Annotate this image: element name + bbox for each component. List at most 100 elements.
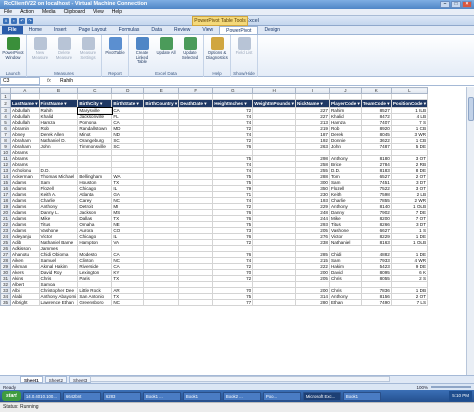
vm-menu-action[interactable]: Action: [20, 9, 34, 15]
column-filter-header[interactable]: BirthCity ▾: [77, 99, 113, 108]
sheet-tab-sheet3[interactable]: Sheet3: [69, 376, 92, 383]
undo-icon[interactable]: ↶: [19, 17, 25, 24]
tab-review[interactable]: Review: [168, 26, 196, 34]
taskbar-item[interactable]: Book1 ...: [142, 391, 181, 401]
taskbar-item[interactable]: 6283: [102, 391, 141, 401]
column-filter-header[interactable]: FirstName ▾: [38, 99, 79, 108]
close-icon[interactable]: ×: [462, 1, 472, 8]
table-cell[interactable]: Albright: [10, 299, 40, 306]
taskbar-item[interactable]: 14.0.4010.100...: [22, 391, 61, 401]
horizontal-scrollbar[interactable]: [90, 376, 390, 382]
taskbar-item[interactable]: Microsoft Exc...: [302, 391, 341, 401]
tab-powerpivot[interactable]: PowerPivot: [219, 26, 259, 34]
create-linked-table-icon: [135, 37, 149, 50]
vertical-scrollbar[interactable]: [466, 87, 474, 375]
column-filter-header[interactable]: TeamCode ▾: [360, 99, 392, 108]
table-cell[interactable]: Lawrence Ethan: [38, 299, 79, 306]
table-cell[interactable]: 280: [294, 299, 330, 306]
powerpivot-window-icon: [6, 37, 20, 50]
redo-icon[interactable]: ↷: [27, 17, 33, 24]
spreadsheet-grid: A B C D E F G H I J K L 1 2 LastName ▾ FirstName ▾ Birth…: [0, 87, 466, 375]
taskbar-item[interactable]: Book2 ...: [222, 391, 261, 401]
table-cell[interactable]: Anthony Abayomi: [38, 293, 79, 300]
row-header[interactable]: 35: [0, 299, 11, 306]
ribbon-button-label: Field List: [235, 50, 253, 55]
formula-bar: C3 fx Rahih: [0, 77, 474, 86]
taskbar-item[interactable]: Book1: [342, 391, 381, 401]
vm-menu-help[interactable]: Help: [112, 9, 122, 15]
ribbon-group-label: Help: [212, 71, 222, 76]
start-button[interactable]: start: [2, 391, 21, 401]
vm-menu-file[interactable]: File: [4, 9, 12, 15]
ribbon-button-label: Update All: [156, 50, 176, 55]
excel-logo-icon[interactable]: X: [3, 17, 9, 24]
save-icon[interactable]: ▪: [11, 17, 17, 24]
maximize-icon[interactable]: □: [451, 1, 461, 8]
vm-menu-clipboard[interactable]: Clipboard: [64, 9, 85, 15]
zoom-level[interactable]: 100%: [416, 385, 428, 390]
name-box[interactable]: C3: [0, 77, 40, 85]
tab-home[interactable]: Home: [23, 26, 48, 34]
column-filter-header[interactable]: PositionCode ▾: [390, 99, 429, 108]
tab-formulas[interactable]: Formulas: [113, 26, 146, 34]
ribbon-group-label: Measures: [54, 71, 74, 76]
tab-insert[interactable]: Insert: [48, 26, 73, 34]
table-cell[interactable]: Greensboro: [77, 299, 113, 306]
ribbon-group-launch: PowerPivot Window Launch: [0, 35, 27, 77]
column-filter-header[interactable]: NickName ▾: [294, 99, 330, 108]
table-cell[interactable]: Ethan: [328, 299, 362, 306]
row-header[interactable]: 2: [0, 99, 11, 108]
table-cell[interactable]: [143, 299, 180, 306]
minimize-icon[interactable]: –: [440, 1, 450, 8]
ribbon-button-label: PivotTable: [105, 50, 125, 55]
column-filter-header[interactable]: PlayerCode ▾: [328, 99, 362, 108]
vm-title: RcClientV22 on localhost - Virtual Machi…: [4, 1, 148, 7]
tab-file[interactable]: File: [2, 26, 23, 34]
table-cell[interactable]: 7 LS: [390, 299, 429, 306]
tab-design[interactable]: Design: [258, 26, 286, 34]
tab-page-layout[interactable]: Page Layout: [72, 26, 112, 34]
formula-input[interactable]: Rahih: [58, 78, 474, 84]
ribbon-button-label: PowerPivot Window: [2, 50, 24, 60]
windows-taskbar: start 14.0.4010.100... 6642bnt 6283 Book1 .…: [0, 390, 474, 402]
vm-window-controls: – □ ×: [440, 1, 472, 8]
table-cell[interactable]: 7490: [360, 299, 392, 306]
table-cell[interactable]: NC: [111, 299, 145, 306]
column-filter-header[interactable]: BirthCountry ▾: [143, 99, 180, 108]
vm-menu-media[interactable]: Media: [42, 9, 56, 15]
table-cell[interactable]: Nathaniel Bame: [38, 239, 79, 246]
column-filter-header[interactable]: LastName ▾: [10, 99, 40, 108]
table-cell[interactable]: [178, 299, 214, 306]
ribbon-group-excel-data: Create Linked Table Update All Update Sele…: [129, 35, 204, 77]
column-filter-header[interactable]: DeathDate ▾: [178, 99, 214, 108]
worksheet-table: A B C D E F G H I J K L 1 2 LastName ▾ FirstName ▾ Birth…: [0, 87, 429, 306]
vm-menu-view[interactable]: View: [93, 9, 104, 15]
taskbar-item[interactable]: 6642bnt: [62, 391, 101, 401]
ribbon-tabs: File Home Insert Page Layout Formulas Data Rev…: [0, 26, 474, 35]
table-cell[interactable]: 77: [212, 299, 254, 306]
sheet-tab-sheet2[interactable]: Sheet2: [44, 376, 68, 383]
tab-data[interactable]: Data: [145, 26, 168, 34]
sheet-tab-sheet1[interactable]: Sheet1: [20, 376, 43, 383]
zoom-slider[interactable]: [431, 386, 471, 388]
quick-access-toolbar: X ▪ ↶ ↷: [3, 17, 33, 24]
taskbar-item[interactable]: Poo...: [262, 391, 301, 401]
table-cell[interactable]: [252, 299, 296, 306]
table-cell[interactable]: Thomas Michael: [38, 173, 79, 180]
column-filter-header[interactable]: HeightInches ▾: [212, 99, 254, 108]
ribbon-group-label: Launch: [5, 71, 21, 76]
update-all-icon: [159, 37, 173, 50]
table-cell[interactable]: Christopher Dee: [38, 287, 79, 294]
scroll-thumb[interactable]: [468, 97, 474, 121]
ribbon-group-label: Excel Data: [155, 71, 177, 76]
update-selected-icon: [183, 37, 197, 50]
taskbar-item[interactable]: Book1: [182, 391, 221, 401]
ribbon-group-show-hide: Field List Show/Hide: [231, 35, 258, 77]
column-filter-header[interactable]: BirthState ▾: [111, 99, 145, 108]
column-filter-header[interactable]: WeightInPounds ▾: [252, 99, 296, 108]
ribbon-group-measures: New Measure Delete Measure Measure Setting…: [27, 35, 102, 77]
table-cell[interactable]: Randallstown: [77, 125, 113, 132]
ribbon: PowerPivot Window Launch New Measure Delete…: [0, 35, 474, 77]
tab-view[interactable]: View: [196, 26, 219, 34]
fx-icon[interactable]: fx: [40, 78, 58, 84]
